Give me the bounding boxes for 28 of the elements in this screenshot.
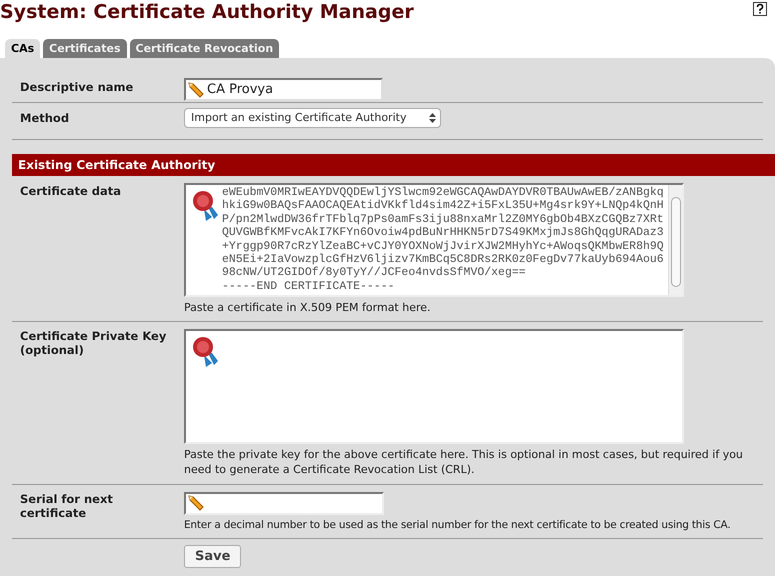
field-label: Method: [19, 110, 70, 127]
field-label: Serial for next certificate: [19, 492, 114, 520]
certificate-seal-icon: [190, 334, 220, 368]
save-button[interactable]: Save: [184, 545, 242, 568]
pencil-icon: [187, 494, 205, 512]
tab[interactable]: CAs: [5, 39, 40, 58]
tab[interactable]: Certificate Revocation: [130, 39, 280, 58]
certificate-seal-icon: [190, 189, 220, 223]
field-label: Certificate Private Key (optional): [19, 328, 168, 356]
scrollbar[interactable]: [668, 185, 682, 295]
tab[interactable]: Certificates: [43, 39, 126, 58]
hint-text: Enter a decimal number to be used as the serial number for the next certificate to be created using this CA.: [184, 518, 730, 532]
certificate-data-field[interactable]: [184, 183, 684, 297]
pencil-icon: [187, 80, 205, 98]
hint-text: Paste a certificate in X.509 PEM format here.: [184, 300, 432, 316]
certificate-text: eWEubmV0MRIwEAYDVQQDEwljYSlwcm92eWGCAQAwDAYDVR0TBAUwAwEB/zANBgkq hkiG9w0BAQsFAAOCAQEAtidVKkfld4sim42Z+i5FxL35U+Mg4srk9Y+LNQp4kQnH P/pn2MlwdDW36frTFblq7pPs0amFs3iju88nxaMrl2Z0MY6gbOb4BXzCGQBz7XRt QUVGWBfKMFvcAkI7KFYn6Ovoiw4pdBuNrHHKN5rD7S49KMxjmJs8GhQqgURADaz3 +Yrggp90R7cRzYlZeaBC+vCJY0YOXNoWjJvirXJW2MHyhYc+AWoqsQKMbwER8h9Q eN5Ei+2IaVowzplcGfHzV6ljizv7KmBCq5C8DRs2RK0z0FegDv77kaUyb694Aou6 98cNW/UT2GIDOf/8y0TyY//JCFeo4nvdsSfMVO/xeg== -----END CERTIFICATE-----: [222, 186, 664, 294]
field-label: Certificate data: [19, 183, 122, 200]
section-header: Existing Certificate Authority: [12, 154, 775, 176]
input-value: CA Provya: [207, 80, 274, 99]
hint-text: Paste the private key for the above certificate here. This is optional in most cases, but required if you need to generate a Certificate Revocation List (CRL).: [184, 446, 744, 476]
help-icon[interactable]: [753, 2, 767, 16]
serial-input-field[interactable]: [184, 492, 384, 514]
method-dropdown[interactable]: Import an existing Certificate Authority: [184, 108, 441, 128]
input-field[interactable]: CA Provya: [184, 78, 383, 101]
page-title: System: Certificate Authority Manager: [0, 0, 414, 22]
field-label: Descriptive name: [19, 79, 134, 96]
updown-caret-icon: [429, 113, 436, 123]
private-key-field[interactable]: [184, 328, 684, 444]
